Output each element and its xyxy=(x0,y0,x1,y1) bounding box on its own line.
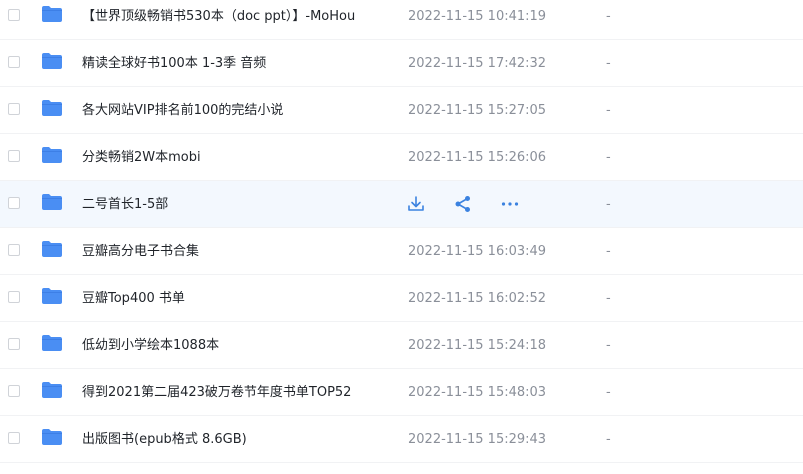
file-name[interactable]: 精读全球好书100本 1-3季 音频 xyxy=(82,40,266,87)
download-icon xyxy=(408,196,424,211)
more-button[interactable] xyxy=(498,193,522,215)
file-name[interactable]: 低幼到小学绘本1088本 xyxy=(82,322,219,369)
folder-icon xyxy=(42,382,62,398)
file-size: - xyxy=(606,244,611,259)
file-size: - xyxy=(606,291,611,306)
folder-icon xyxy=(42,100,62,116)
modified-time: 2022-11-15 10:41:19 xyxy=(408,9,547,24)
folder-icon xyxy=(42,335,62,351)
file-row[interactable]: 各大网站VIP排名前100的完结小说 2022-11-15 15:27:05 - xyxy=(0,87,803,134)
row-checkbox[interactable] xyxy=(8,291,20,303)
row-checkbox[interactable] xyxy=(8,338,20,350)
file-size: - xyxy=(606,197,611,212)
folder-icon xyxy=(42,6,62,22)
file-name[interactable]: 豆瓣Top400 书单 xyxy=(82,275,185,322)
folder-icon xyxy=(42,429,62,445)
file-name[interactable]: 分类畅销2W本mobi xyxy=(82,134,201,181)
file-name[interactable]: 得到2021第二届423破万卷节年度书单TOP52 xyxy=(82,369,351,416)
modified-time: 2022-11-15 16:02:52 xyxy=(408,291,547,306)
file-size: - xyxy=(606,150,611,165)
row-checkbox[interactable] xyxy=(8,244,20,256)
share-icon xyxy=(455,196,470,212)
file-size: - xyxy=(606,432,611,447)
modified-time: 2022-11-15 15:29:43 xyxy=(408,432,547,447)
row-checkbox[interactable] xyxy=(8,150,20,162)
file-name[interactable]: 豆瓣高分电子书合集 xyxy=(82,228,199,275)
row-checkbox[interactable] xyxy=(8,197,20,209)
share-button[interactable] xyxy=(451,193,475,215)
file-name[interactable]: 【世界顶级畅销书530本（doc ppt）】-MoHou xyxy=(82,0,355,40)
modified-time: 2022-11-15 16:03:49 xyxy=(408,244,547,259)
folder-icon xyxy=(42,147,62,163)
file-row[interactable]: 精读全球好书100本 1-3季 音频 2022-11-15 17:42:32 - xyxy=(0,40,803,87)
file-size: - xyxy=(606,9,611,24)
modified-time: 2022-11-15 15:26:06 xyxy=(408,150,547,165)
modified-time: 2022-11-15 17:42:32 xyxy=(408,56,547,71)
folder-icon xyxy=(42,288,62,304)
file-row[interactable]: 豆瓣Top400 书单 2022-11-15 16:02:52 - xyxy=(0,275,803,322)
file-list: 【世界顶级畅销书530本（doc ppt）】-MoHou 2022-11-15 … xyxy=(0,0,803,467)
file-row[interactable]: 【世界顶级畅销书530本（doc ppt）】-MoHou 2022-11-15 … xyxy=(0,0,803,40)
modified-time: 2022-11-15 15:48:03 xyxy=(408,385,547,400)
row-checkbox[interactable] xyxy=(8,9,20,21)
modified-time: 2022-11-15 15:27:05 xyxy=(408,103,547,118)
file-size: - xyxy=(606,103,611,118)
folder-icon xyxy=(42,53,62,69)
folder-icon xyxy=(42,194,62,210)
file-size: - xyxy=(606,56,611,71)
download-button[interactable] xyxy=(404,193,428,215)
file-name[interactable]: 各大网站VIP排名前100的完结小说 xyxy=(82,87,283,134)
file-row[interactable]: 豆瓣高分电子书合集 2022-11-15 16:03:49 - xyxy=(0,228,803,275)
file-row[interactable]: 得到2021第二届423破万卷节年度书单TOP52 2022-11-15 15:… xyxy=(0,369,803,416)
folder-icon xyxy=(42,241,62,257)
row-checkbox[interactable] xyxy=(8,56,20,68)
file-row[interactable]: 低幼到小学绘本1088本 2022-11-15 15:24:18 - xyxy=(0,322,803,369)
row-checkbox[interactable] xyxy=(8,432,20,444)
row-actions xyxy=(404,193,545,215)
row-checkbox[interactable] xyxy=(8,385,20,397)
file-name[interactable]: 二号首长1-5部 xyxy=(82,181,168,228)
modified-time: 2022-11-15 15:24:18 xyxy=(408,338,547,353)
file-row[interactable]: 分类畅销2W本mobi 2022-11-15 15:26:06 - xyxy=(0,134,803,181)
file-row[interactable]: 出版图书(epub格式 8.6GB) 2022-11-15 15:29:43 - xyxy=(0,416,803,463)
file-row-hovered[interactable]: 二号首长1-5部 - xyxy=(0,181,803,228)
file-size: - xyxy=(606,385,611,400)
file-name[interactable]: 出版图书(epub格式 8.6GB) xyxy=(82,416,247,463)
row-checkbox[interactable] xyxy=(8,103,20,115)
more-icon xyxy=(501,202,519,206)
file-size: - xyxy=(606,338,611,353)
